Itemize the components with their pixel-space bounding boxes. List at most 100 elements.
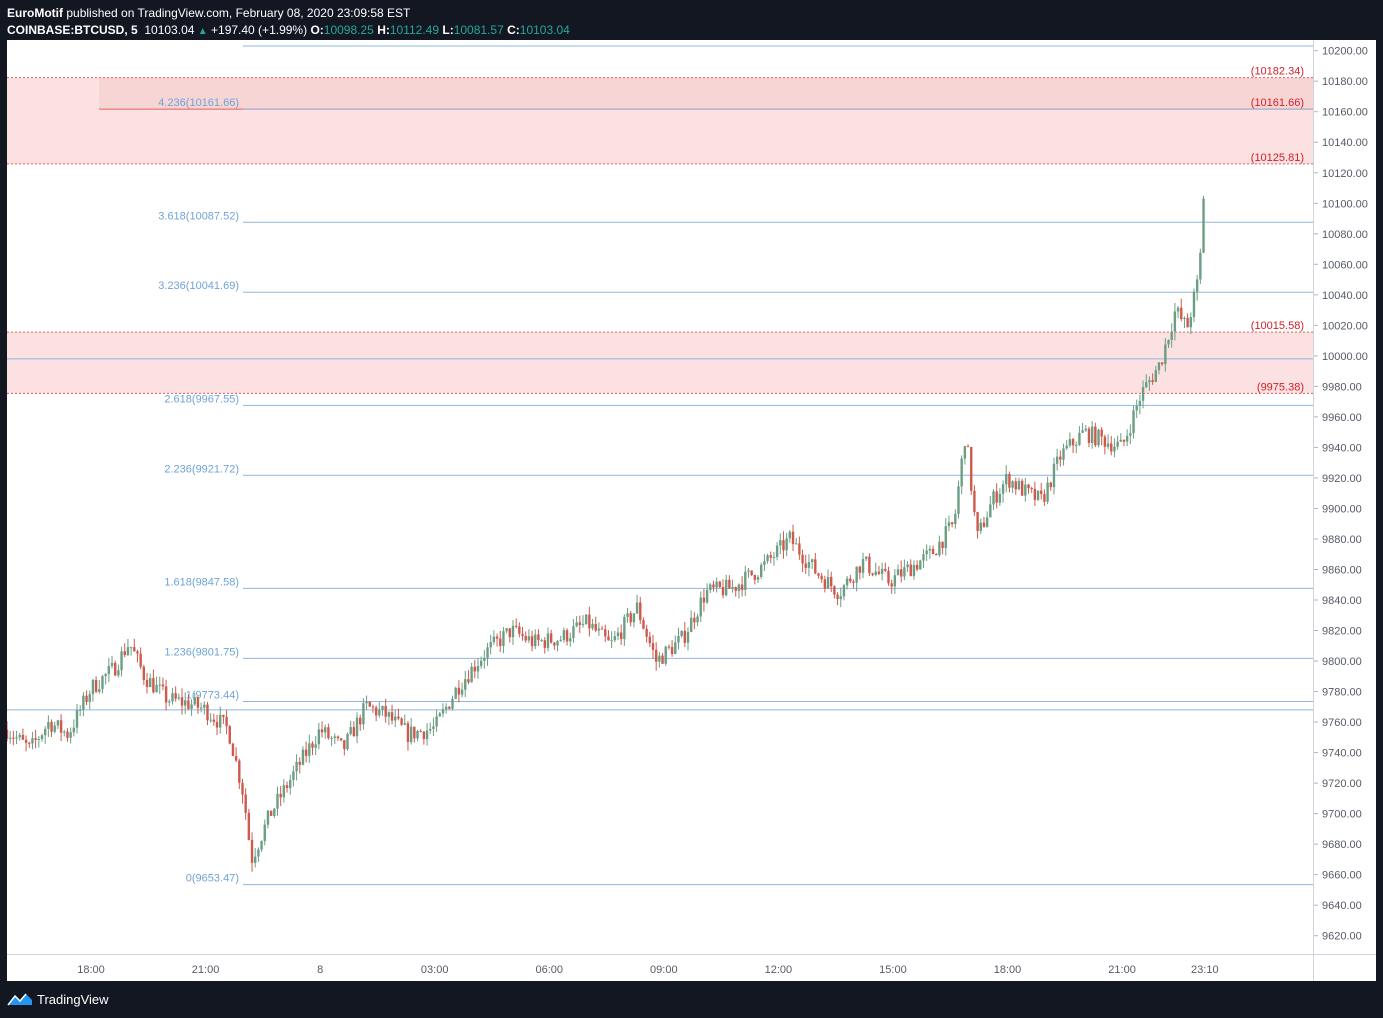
candle: [995, 483, 998, 509]
candle: [801, 549, 804, 572]
candle-body: [998, 493, 1002, 503]
candle-body: [31, 738, 34, 744]
symbol-name[interactable]: COINBASE:BTCUSD, 5: [7, 23, 138, 37]
candle-body: [174, 693, 177, 699]
candle-body: [575, 622, 578, 627]
candle: [467, 670, 470, 685]
candle-body: [979, 522, 982, 531]
candle-body: [1081, 430, 1084, 433]
candle: [845, 575, 849, 590]
candle: [448, 706, 451, 710]
candle: [269, 810, 273, 816]
time-tick-label: 21:00: [1108, 964, 1136, 976]
candlestick-chart[interactable]: (10182.34) (10125.81) (10161.66) (10015.58)…: [7, 40, 1313, 954]
candle: [569, 632, 572, 647]
price-tick-label: 10060.00: [1322, 259, 1368, 271]
candle: [381, 705, 384, 717]
candle: [807, 554, 811, 577]
candle: [581, 615, 585, 628]
candle-body: [94, 679, 98, 692]
price-tick-label: 9640.00: [1322, 900, 1362, 912]
candle: [110, 655, 114, 669]
candle: [1129, 424, 1132, 445]
zone-bottom-label: (9975.38): [1257, 381, 1304, 393]
candle-body: [702, 597, 706, 603]
candle-body: [938, 541, 941, 556]
candle-body: [59, 720, 63, 733]
price-axis[interactable]: 9620.00 9640.00 9660.00 9680.00 9700.00 9720.…: [1313, 40, 1376, 954]
candle: [667, 644, 671, 650]
candle-body: [798, 543, 801, 555]
candle: [1186, 313, 1189, 328]
candle: [629, 611, 632, 627]
candle: [133, 638, 136, 652]
candle: [1087, 426, 1091, 448]
candle: [1065, 440, 1068, 450]
candle: [623, 614, 626, 646]
candle: [696, 613, 699, 627]
candle: [416, 729, 419, 742]
time-axis[interactable]: 18:00 21:00 8 03:00 06:00 09:00 12:00 15:00 18:0…: [7, 954, 1313, 982]
candle: [397, 708, 400, 721]
price-tick-label: 9780.00: [1322, 687, 1362, 699]
candle: [874, 562, 877, 577]
candle: [938, 535, 941, 557]
candle: [438, 711, 441, 717]
candle: [1202, 195, 1205, 254]
candle: [59, 714, 63, 742]
candle-body: [1125, 435, 1129, 442]
candle: [1008, 471, 1011, 493]
candle: [1103, 434, 1107, 455]
candle: [830, 571, 833, 593]
candle: [1176, 305, 1180, 319]
candle-body: [699, 597, 702, 617]
candle: [747, 567, 750, 578]
author-name[interactable]: EuroMotif: [7, 6, 63, 20]
candle-body: [432, 726, 435, 729]
candle-body: [1055, 456, 1059, 464]
candle-body: [992, 491, 995, 505]
candle: [18, 732, 21, 741]
candle: [588, 606, 591, 637]
candle-body: [133, 647, 136, 652]
candle-body: [1027, 484, 1030, 489]
candle: [950, 521, 954, 528]
price-tick-label: 9840.00: [1322, 595, 1362, 607]
candle: [499, 630, 502, 652]
candle: [1014, 477, 1017, 495]
candle: [718, 580, 722, 589]
candle-body: [1122, 439, 1126, 442]
chart-plot-area[interactable]: (10182.34) (10125.81) (10161.66) (10015.58)…: [7, 40, 1313, 954]
candle-body: [66, 731, 69, 738]
candle-body: [810, 559, 814, 563]
candle-body: [756, 576, 760, 580]
candle-body: [957, 486, 960, 515]
candle: [890, 579, 893, 594]
candle-body: [696, 616, 699, 623]
candle: [113, 660, 117, 677]
candle: [180, 688, 184, 715]
candle-body: [782, 540, 785, 551]
candle: [597, 622, 601, 636]
candle: [362, 698, 365, 730]
candle-body: [820, 575, 823, 580]
candle-body: [368, 701, 371, 707]
price-tick-label: 9880.00: [1322, 534, 1362, 546]
candle: [82, 692, 85, 717]
candle: [604, 624, 607, 643]
candle: [572, 619, 575, 643]
candle-body: [909, 564, 912, 577]
candle-body: [314, 744, 317, 748]
candle-body: [705, 589, 709, 603]
candle: [349, 720, 352, 736]
candle-body: [769, 555, 772, 558]
candle: [896, 564, 900, 576]
tradingview-brand[interactable]: TradingView: [7, 991, 109, 1007]
candle-body: [139, 653, 142, 667]
candle-body: [320, 729, 324, 733]
candle: [486, 642, 489, 666]
candle-body: [763, 561, 766, 565]
candle-body: [390, 712, 394, 721]
candle-body: [1151, 380, 1154, 382]
candle: [460, 682, 464, 698]
